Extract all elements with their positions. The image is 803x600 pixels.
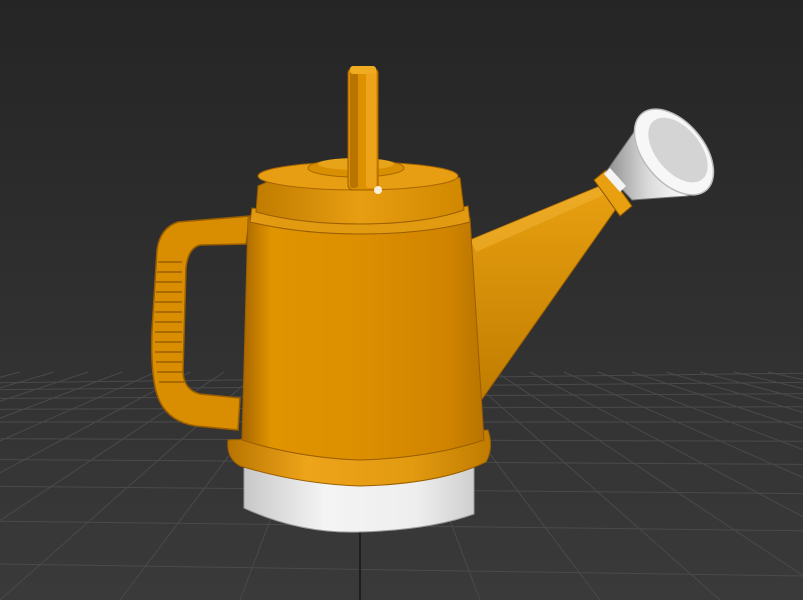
viewport-scene xyxy=(0,0,803,600)
specular-highlight xyxy=(374,186,382,194)
top-handle xyxy=(347,66,379,191)
3d-viewport[interactable] xyxy=(0,0,803,600)
can-body xyxy=(241,217,485,461)
